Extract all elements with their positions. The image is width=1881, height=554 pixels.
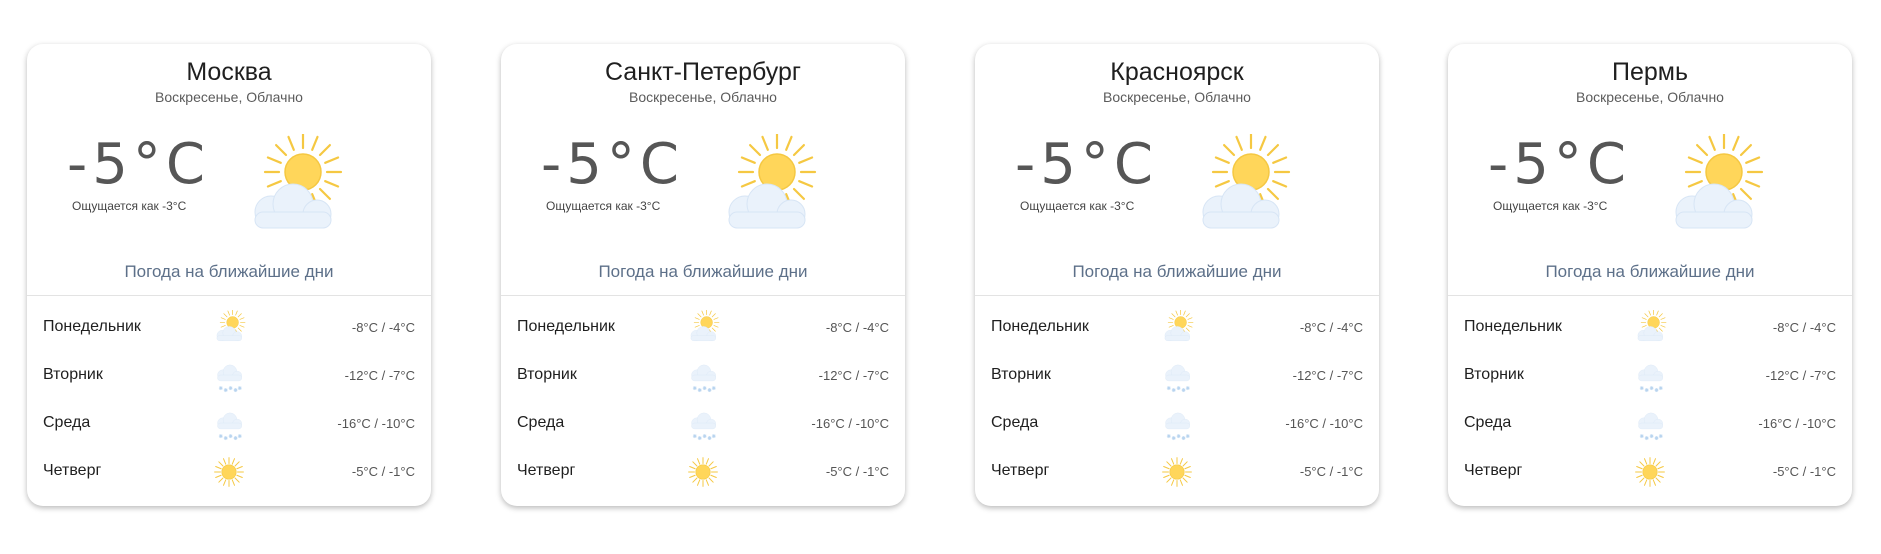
city-name: Москва	[186, 58, 272, 86]
forecast-day: Понедельник	[517, 318, 615, 335]
forecast-title: Погода на ближайшие дни	[598, 262, 808, 281]
sun-cloud-icon	[1185, 132, 1295, 244]
forecast-day: Среда	[991, 414, 1039, 431]
forecast-day: Четверг	[1464, 462, 1523, 479]
forecast-range: -16°C / -10°C	[1285, 416, 1363, 431]
sun-icon	[211, 454, 247, 490]
current-temperature: -5°C	[541, 132, 684, 197]
forecast-range: -8°C / -4°C	[351, 320, 415, 335]
snow-icon	[1632, 358, 1668, 394]
feels-like: Ощущается как -3°C	[546, 199, 661, 213]
forecast-range: -12°C / -7°C	[818, 368, 889, 383]
forecast-day: Среда	[1464, 414, 1512, 431]
forecast-row: Вторник -12°C / -7°C	[975, 354, 1379, 394]
forecast-range: -5°C / -1°C	[1772, 464, 1836, 479]
feels-like: Ощущается как -3°C	[1020, 199, 1135, 213]
feels-like: Ощущается как -3°C	[1493, 199, 1608, 213]
snow-icon	[1159, 406, 1195, 442]
divider	[27, 295, 431, 296]
feels-like: Ощущается как -3°C	[72, 199, 187, 213]
forecast-day: Понедельник	[43, 318, 141, 335]
forecast-row: Вторник -12°C / -7°C	[501, 354, 905, 394]
forecast-day: Вторник	[517, 366, 577, 383]
current-temperature: -5°C	[1488, 132, 1631, 197]
forecast-range: -5°C / -1°C	[825, 464, 889, 479]
forecast-title: Погода на ближайшие дни	[124, 262, 334, 281]
snow-icon	[1632, 406, 1668, 442]
sun-icon	[685, 454, 721, 490]
forecast-day: Среда	[517, 414, 565, 431]
forecast-range: -16°C / -10°C	[811, 416, 889, 431]
current-temperature: -5°C	[1015, 132, 1158, 197]
snow-icon	[1159, 358, 1195, 394]
forecast-row: Среда -16°C / -10°C	[975, 402, 1379, 442]
sun-cloud-icon	[711, 132, 821, 244]
current-temperature: -5°C	[67, 132, 210, 197]
sun-cloud-icon	[1658, 132, 1768, 244]
weather-card-saint-petersburg: Санкт-Петербург Воскресенье, Облачно -5°…	[501, 44, 905, 506]
sun-cloud-icon	[685, 309, 721, 346]
weather-card-perm: Пермь Воскресенье, Облачно -5°C Ощущаетс…	[1448, 44, 1852, 506]
forecast-title: Погода на ближайшие дни	[1545, 262, 1755, 281]
forecast-day: Вторник	[1464, 366, 1524, 383]
day-condition: Воскресенье, Облачно	[155, 89, 303, 105]
forecast-range: -8°C / -4°C	[825, 320, 889, 335]
sun-cloud-icon	[237, 132, 347, 244]
day-condition: Воскресенье, Облачно	[1103, 89, 1251, 105]
day-condition: Воскресенье, Облачно	[1576, 89, 1724, 105]
forecast-day: Четверг	[517, 462, 576, 479]
weather-card-moscow: Москва Воскресенье, Облачно -5°C Ощущает…	[27, 44, 431, 506]
forecast-row: Среда -16°C / -10°C	[27, 402, 431, 442]
forecast-row: Понедельник -8°C / -4°C	[975, 306, 1379, 346]
forecast-row: Среда -16°C / -10°C	[1448, 402, 1852, 442]
forecast-row: Четверг -5°C / -1°C	[27, 450, 431, 490]
snow-icon	[211, 406, 247, 442]
forecast-range: -12°C / -7°C	[1765, 368, 1836, 383]
divider	[501, 295, 905, 296]
forecast-day: Понедельник	[991, 318, 1089, 335]
snow-icon	[211, 358, 247, 394]
forecast-day: Четверг	[43, 462, 102, 479]
forecast-range: -12°C / -7°C	[344, 368, 415, 383]
forecast-day: Вторник	[43, 366, 103, 383]
day-condition: Воскресенье, Облачно	[629, 89, 777, 105]
forecast-title: Погода на ближайшие дни	[1072, 262, 1282, 281]
forecast-range: -8°C / -4°C	[1299, 320, 1363, 335]
forecast-row: Вторник -12°C / -7°C	[1448, 354, 1852, 394]
forecast-range: -5°C / -1°C	[1299, 464, 1363, 479]
city-name: Пермь	[1612, 58, 1688, 86]
forecast-day: Понедельник	[1464, 318, 1562, 335]
forecast-range: -12°C / -7°C	[1292, 368, 1363, 383]
weather-cards-grid: Москва Воскресенье, Облачно -5°C Ощущает…	[0, 0, 1881, 554]
forecast-row: Четверг -5°C / -1°C	[1448, 450, 1852, 490]
sun-cloud-icon	[1632, 309, 1668, 346]
divider	[975, 295, 1379, 296]
forecast-day: Вторник	[991, 366, 1051, 383]
snow-icon	[685, 406, 721, 442]
forecast-row: Среда -16°C / -10°C	[501, 402, 905, 442]
forecast-range: -5°C / -1°C	[351, 464, 415, 479]
forecast-row: Четверг -5°C / -1°C	[975, 450, 1379, 490]
forecast-range: -16°C / -10°C	[1758, 416, 1836, 431]
snow-icon	[685, 358, 721, 394]
sun-cloud-icon	[211, 309, 247, 346]
forecast-day: Четверг	[991, 462, 1050, 479]
forecast-row: Четверг -5°C / -1°C	[501, 450, 905, 490]
city-name: Санкт-Петербург	[604, 58, 802, 86]
forecast-row: Вторник -12°C / -7°C	[27, 354, 431, 394]
forecast-range: -8°C / -4°C	[1772, 320, 1836, 335]
city-name: Красноярск	[1110, 58, 1244, 86]
forecast-range: -16°C / -10°C	[337, 416, 415, 431]
sun-icon	[1159, 454, 1195, 490]
weather-card-krasnoyarsk: Красноярск Воскресенье, Облачно -5°C Ощу…	[975, 44, 1379, 506]
sun-cloud-icon	[1159, 309, 1195, 346]
sun-icon	[1632, 454, 1668, 490]
forecast-row: Понедельник -8°C / -4°C	[501, 306, 905, 346]
forecast-row: Понедельник -8°C / -4°C	[1448, 306, 1852, 346]
forecast-day: Среда	[43, 414, 91, 431]
forecast-row: Понедельник -8°C / -4°C	[27, 306, 431, 346]
divider	[1448, 295, 1852, 296]
